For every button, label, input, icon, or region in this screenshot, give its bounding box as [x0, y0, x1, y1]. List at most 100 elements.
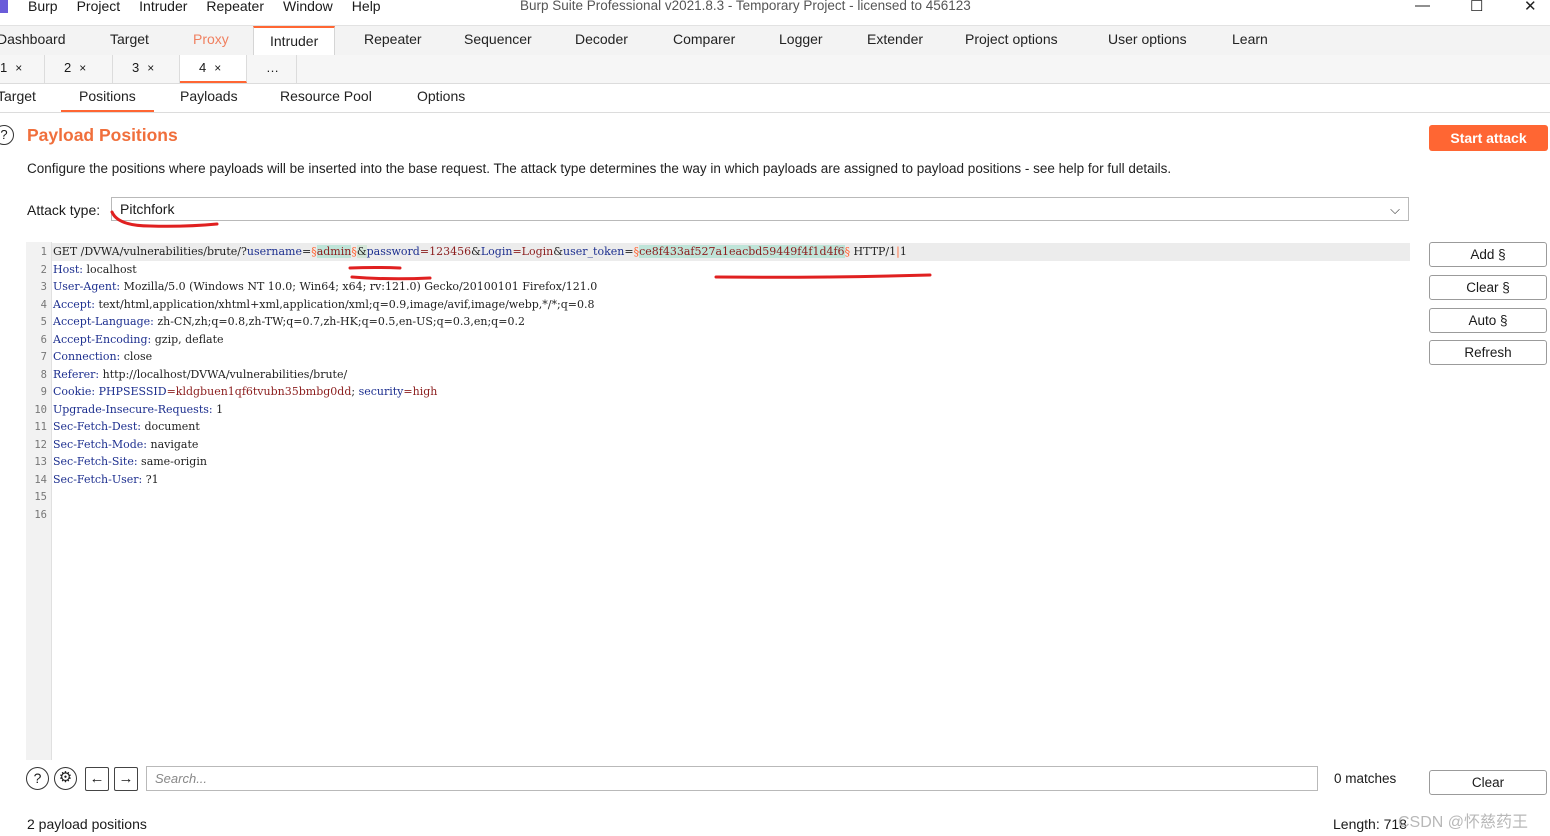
param-password: password [366, 245, 420, 258]
header-key: Accept-Language: [53, 315, 154, 328]
arrow-left-icon[interactable]: ← [85, 767, 109, 791]
menu-help[interactable]: Help [352, 0, 381, 14]
param-eq: = [624, 245, 634, 258]
request-path: GET /DVWA/vulnerabilities/brute/? [53, 245, 247, 258]
attack-type-label: Attack type: [27, 202, 101, 218]
close-tab-icon[interactable]: × [214, 61, 221, 75]
attack-tab-1[interactable]: 1 × [0, 55, 45, 83]
attack-type-select[interactable]: Pitchfork ⌵ [111, 197, 1409, 221]
request-editor[interactable]: 1 2 3 4 5 6 7 8 9 10 11 12 13 14 15 16 G… [26, 242, 1410, 760]
page-title: Payload Positions [27, 125, 178, 145]
http-version: HTTP/1 [850, 245, 897, 258]
match-count: 0 matches [1334, 771, 1397, 786]
cookie-value: =high [403, 385, 438, 398]
main-tab-bar: Dashboard Target Proxy Intruder Repeater… [0, 25, 1550, 56]
section-tab-target[interactable]: Target [0, 88, 36, 104]
maximize-icon[interactable]: ☐ [1470, 0, 1483, 15]
burp-logo-icon [0, 0, 8, 13]
line-number: 11 [34, 421, 47, 433]
attack-tab-more[interactable]: … [247, 55, 297, 83]
section-tab-payloads[interactable]: Payloads [180, 88, 238, 104]
param-separator: & [356, 245, 367, 258]
arrow-right-icon[interactable]: → [114, 767, 138, 791]
tab-project-options[interactable]: Project options [965, 31, 1058, 47]
close-tab-icon[interactable]: × [79, 61, 86, 75]
search-input[interactable]: Search... [146, 766, 1318, 791]
help-icon[interactable]: ? [26, 767, 49, 790]
tab-logger[interactable]: Logger [779, 31, 823, 47]
line-number: 1 [40, 246, 47, 258]
header-key: User-Agent: [53, 280, 121, 293]
line-number: 3 [40, 281, 47, 293]
menu-window[interactable]: Window [283, 0, 333, 14]
tab-proxy[interactable]: Proxy [193, 31, 229, 47]
tab-repeater[interactable]: Repeater [364, 31, 422, 47]
close-icon[interactable]: ✕ [1524, 0, 1537, 15]
cookie-key: security [358, 385, 404, 398]
tab-dashboard[interactable]: Dashboard [0, 31, 66, 47]
menu-bar: Burp Project Intruder Repeater Window He… [28, 0, 400, 14]
param-login-value: =Login [512, 245, 554, 258]
line-number: 4 [40, 299, 47, 311]
more-tabs-label: … [266, 60, 279, 75]
gear-icon[interactable]: ⚙ [54, 767, 77, 790]
menu-burp[interactable]: Burp [28, 0, 58, 14]
attack-tab-3[interactable]: 3 × [113, 55, 180, 83]
param-login: Login [480, 245, 513, 258]
header-value: text/html,application/xhtml+xml,applicat… [94, 298, 595, 311]
section-tab-options[interactable]: Options [417, 88, 465, 104]
menu-intruder[interactable]: Intruder [139, 0, 187, 14]
tab-extender[interactable]: Extender [867, 31, 923, 47]
positions-description: Configure the positions where payloads w… [27, 161, 1172, 176]
menu-repeater[interactable]: Repeater [206, 0, 264, 14]
param-username: username [246, 245, 302, 258]
header-key: Accept: [53, 298, 95, 311]
clear-search-button[interactable]: Clear [1429, 770, 1547, 795]
line-number: 9 [40, 386, 47, 398]
section-tab-resource-pool[interactable]: Resource Pool [280, 88, 372, 104]
attack-tab-label: 1 [0, 60, 8, 75]
param-separator: & [471, 245, 481, 258]
header-line: Connection: close [53, 350, 152, 363]
cookie-key: PHPSESSID [98, 385, 167, 398]
header-value: zh-CN,zh;q=0.8,zh-TW;q=0.7,zh-HK;q=0.5,e… [153, 315, 525, 328]
header-line: Referer: http://localhost/DVWA/vulnerabi… [53, 368, 347, 381]
header-line: Sec-Fetch-Dest: document [53, 420, 200, 433]
attack-tab-label: 2 [64, 60, 72, 75]
payload-position-1[interactable]: admin [316, 245, 352, 258]
auto-markers-button[interactable]: Auto § [1429, 308, 1547, 333]
tab-user-options[interactable]: User options [1108, 31, 1187, 47]
header-key: Cookie: [53, 385, 96, 398]
tab-sequencer[interactable]: Sequencer [464, 31, 532, 47]
tab-decoder[interactable]: Decoder [575, 31, 628, 47]
tab-comparer[interactable]: Comparer [673, 31, 735, 47]
attack-tab-4[interactable]: 4 × [180, 55, 247, 83]
start-attack-button[interactable]: Start attack [1429, 125, 1548, 151]
header-key: Sec-Fetch-Mode: [53, 438, 147, 451]
line-number: 14 [34, 474, 47, 486]
line-number: 2 [40, 264, 47, 276]
payload-position-2[interactable]: ce8f433af527a1eacbd59449f4f1d4f6 [639, 245, 845, 258]
minimize-icon[interactable]: — [1415, 0, 1430, 14]
tab-intruder[interactable]: Intruder [253, 26, 336, 55]
header-line: Accept-Language: zh-CN,zh;q=0.8,zh-TW;q=… [53, 315, 525, 328]
clear-markers-button[interactable]: Clear § [1429, 275, 1547, 300]
header-value: ?1 [142, 473, 159, 486]
attack-tab-bar: 1 × 2 × 3 × 4 × … [0, 55, 1550, 84]
header-line: Host: localhost [53, 263, 137, 276]
param-eq: = [301, 245, 312, 258]
close-tab-icon[interactable]: × [15, 61, 22, 75]
section-tab-bar: Target Positions Payloads Resource Pool … [0, 84, 1550, 113]
param-user-token: user_token [563, 245, 625, 258]
cookie-separator: ; [351, 385, 359, 398]
line-number: 16 [34, 509, 47, 521]
add-marker-button[interactable]: Add § [1429, 242, 1547, 267]
tab-target[interactable]: Target [110, 31, 149, 47]
help-icon[interactable]: ? [0, 125, 14, 145]
section-tab-positions[interactable]: Positions [61, 84, 154, 112]
attack-tab-2[interactable]: 2 × [45, 55, 113, 83]
menu-project[interactable]: Project [77, 0, 121, 14]
close-tab-icon[interactable]: × [147, 61, 154, 75]
tab-learn[interactable]: Learn [1232, 31, 1268, 47]
refresh-button[interactable]: Refresh [1429, 340, 1547, 365]
